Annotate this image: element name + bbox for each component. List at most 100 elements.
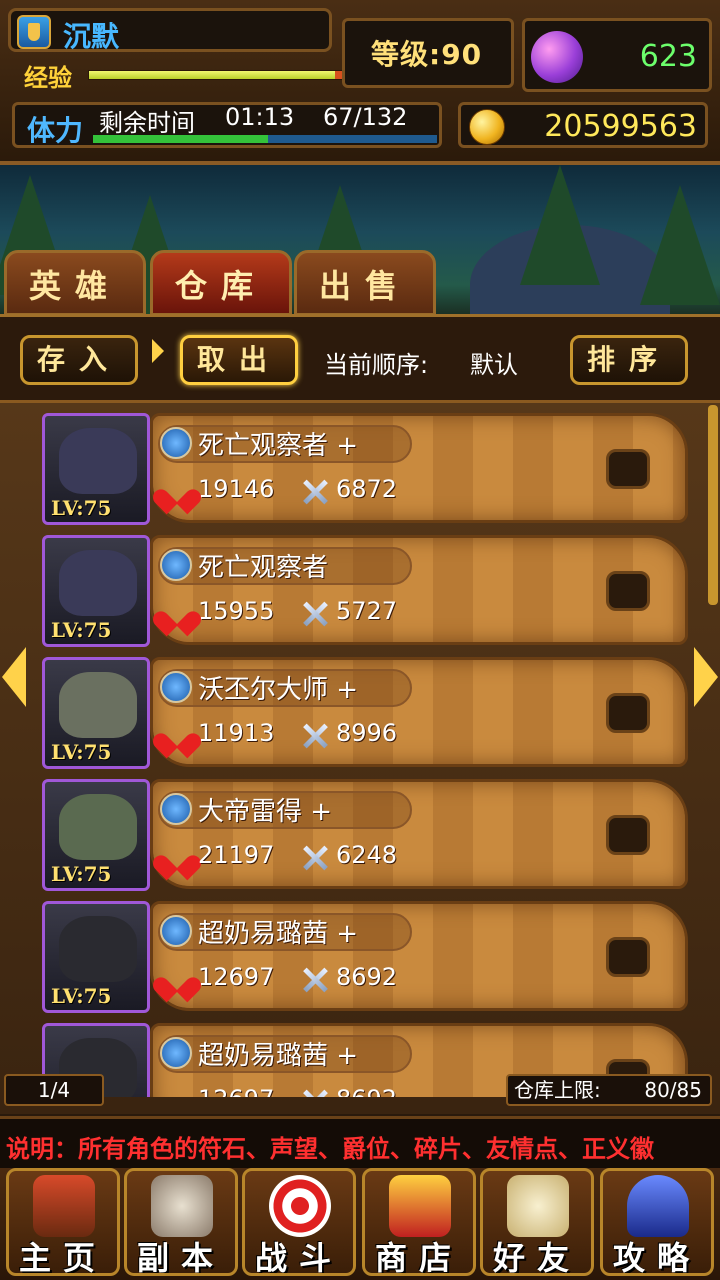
hero-card[interactable]: LV:75 超奶易璐茜 + 12697 8692 — [42, 901, 688, 1013]
hero-attack: 8692 — [336, 963, 398, 991]
hero-name: 死亡观察者 + — [198, 431, 359, 461]
gem-icon — [531, 31, 583, 83]
select-checkbox[interactable] — [606, 937, 650, 977]
crossed-swords-icon — [300, 477, 330, 507]
hero-face-icon — [59, 794, 137, 860]
notice-marquee: 说明：所有角色的符石、声望、爵位、碎片、友情点、正义徽 — [0, 1116, 720, 1168]
hero-hp: 12697 — [198, 1085, 274, 1097]
sort-order-value: 默认 — [470, 351, 518, 379]
hero-portrait: LV:75 — [42, 535, 150, 647]
hero-card[interactable]: LV:75 沃丕尔大师 + 11913 8996 — [42, 657, 688, 769]
nav-home[interactable]: 主页 — [6, 1168, 120, 1276]
capacity-label: 仓库上限: — [514, 1078, 601, 1102]
nav-battle[interactable]: 战斗 — [242, 1168, 356, 1276]
hero-card[interactable]: LV:75 死亡观察者 + 19146 6872 — [42, 413, 688, 525]
rank-badge-icon — [17, 15, 51, 49]
sort-order-label: 当前顺序: — [324, 351, 429, 379]
hero-card[interactable]: LV:75 死亡观察者 15955 5727 — [42, 535, 688, 647]
player-name-panel[interactable]: 沉默 — [8, 8, 332, 53]
tree-decoration — [640, 185, 720, 305]
nav-label: 主页 — [18, 1239, 107, 1276]
next-page-arrow-icon[interactable] — [694, 647, 718, 707]
hero-portrait: LV:75 — [42, 657, 150, 769]
hero-portrait: LV:75 — [42, 779, 150, 891]
gold-panel[interactable]: 20599563 — [458, 102, 708, 148]
tab-heroes[interactable]: 英雄 — [4, 250, 146, 316]
hero-hp: 21197 — [198, 841, 275, 869]
nav-guide[interactable]: 攻略 — [600, 1168, 714, 1276]
level-text: 等级:90 — [371, 38, 483, 71]
warehouse-toolbar: 存入 取出 当前顺序: 默认 排序 — [0, 317, 720, 403]
wings-icon — [507, 1175, 569, 1237]
nav-label: 商店 — [374, 1239, 463, 1276]
crown-icon — [389, 1175, 451, 1237]
gem-count: 623 — [639, 39, 697, 74]
list-scrollbar[interactable] — [708, 405, 718, 605]
hero-portrait: LV:75 — [42, 413, 150, 525]
hero-name: 超奶易璐茜 + — [198, 1041, 359, 1071]
stamina-label: 体力 — [27, 114, 84, 147]
heart-icon — [162, 967, 192, 995]
heart-icon — [162, 1089, 192, 1097]
crossed-swords-icon — [300, 1087, 330, 1097]
hero-hp: 15955 — [198, 597, 275, 625]
hero-class-icon — [160, 671, 192, 703]
hero-name: 沃丕尔大师 + — [198, 675, 359, 705]
heart-icon — [162, 601, 192, 629]
withdraw-button[interactable]: 取出 — [180, 335, 298, 385]
nav-friends[interactable]: 好友 — [480, 1168, 594, 1276]
target-icon — [269, 1175, 331, 1237]
nav-shop[interactable]: 商店 — [362, 1168, 476, 1276]
skull-icon — [151, 1175, 213, 1237]
deposit-button[interactable]: 存入 — [20, 335, 138, 385]
stamina-panel: 体力 剩余时间 01:13 67/132 — [12, 102, 442, 148]
select-checkbox[interactable] — [606, 693, 650, 733]
prev-page-arrow-icon[interactable] — [2, 647, 26, 707]
select-checkbox[interactable] — [606, 815, 650, 855]
stamina-bar-fill — [93, 135, 269, 143]
stamina-bar — [93, 135, 437, 143]
stamina-time: 01:13 — [225, 103, 295, 131]
hero-face-icon — [59, 550, 137, 616]
tab-sell[interactable]: 出售 — [294, 250, 436, 316]
bottom-nav: 主页 副本 战斗 商店 好友 攻略 — [0, 1168, 720, 1280]
notice-text: 说明：所有角色的符石、声望、爵位、碎片、友情点、正义徽 — [6, 1135, 654, 1163]
crossed-swords-icon — [300, 965, 330, 995]
hero-name: 大帝雷得 + — [198, 797, 333, 827]
page-indicator: 1/4 — [4, 1074, 104, 1106]
gem-panel[interactable]: 623 — [522, 18, 712, 92]
hero-hp: 19146 — [198, 475, 275, 503]
hero-class-icon — [160, 793, 192, 825]
select-checkbox[interactable] — [606, 449, 650, 489]
nav-dungeon[interactable]: 副本 — [124, 1168, 238, 1276]
hero-face-icon — [59, 428, 137, 494]
warehouse-panel: 存入 取出 当前顺序: 默认 排序 LV:75 死亡观察者 +19146 6872 L… — [0, 314, 720, 1114]
stamina-timer-label: 剩余时间 — [99, 109, 195, 137]
heart-icon — [162, 723, 192, 751]
hero-level: LV:75 — [51, 740, 112, 764]
hero-card[interactable]: LV:75 大帝雷得 + 21197 6248 — [42, 779, 688, 891]
exp-label: 经验 — [24, 64, 72, 92]
house-icon — [33, 1175, 95, 1237]
exp-bar-fill — [89, 71, 335, 79]
hero-level: LV:75 — [51, 496, 112, 520]
hero-level: LV:75 — [51, 862, 112, 886]
heart-icon — [162, 845, 192, 873]
hero-class-icon — [160, 915, 192, 947]
hero-portrait: LV:75 — [42, 901, 150, 1013]
level-panel: 等级:90 — [342, 18, 514, 88]
hero-attack: 6248 — [336, 841, 398, 869]
hero-class-icon — [160, 1037, 192, 1069]
select-checkbox[interactable] — [606, 571, 650, 611]
hero-name: 死亡观察者 — [198, 553, 329, 583]
tab-warehouse[interactable]: 仓库 — [150, 250, 292, 316]
hero-attack: 8996 — [336, 719, 398, 747]
hero-class-icon — [160, 549, 192, 581]
hero-attack: 5727 — [336, 597, 398, 625]
hero-name: 超奶易璐茜 + — [198, 919, 359, 949]
crossed-swords-icon — [300, 843, 330, 873]
hero-hp: 12697 — [198, 963, 275, 991]
sort-button[interactable]: 排序 — [570, 335, 688, 385]
player-hud: 沉默 经验 等级:90 623 体力 剩余时间 01:13 67/132 205… — [0, 0, 720, 165]
gold-count: 20599563 — [544, 109, 697, 144]
